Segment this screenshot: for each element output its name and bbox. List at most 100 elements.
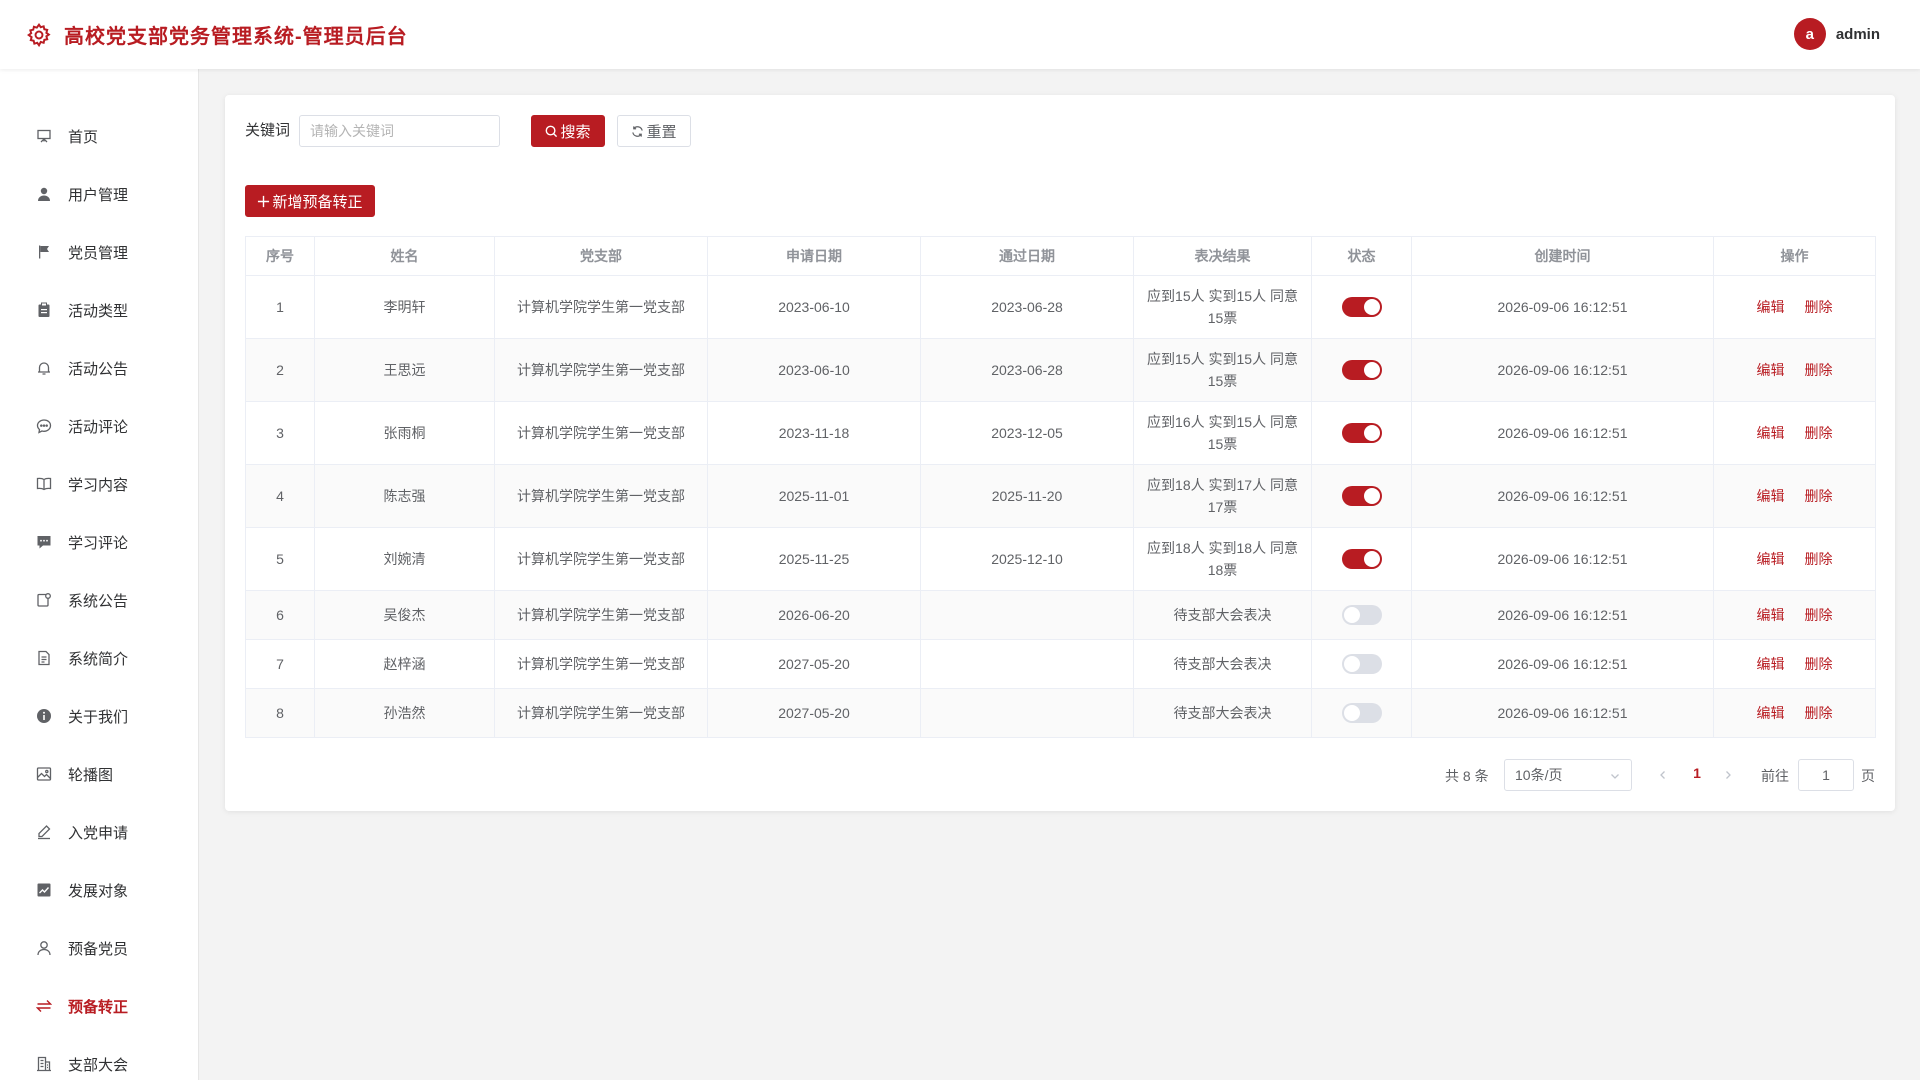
flag-icon bbox=[36, 244, 52, 260]
status-toggle[interactable] bbox=[1341, 486, 1382, 506]
sidebar-item-system-notices[interactable]: 系统公告 bbox=[0, 580, 199, 620]
status-toggle[interactable] bbox=[1341, 549, 1382, 569]
sidebar-item-branch-meetings[interactable]: 支部大会 bbox=[0, 1044, 199, 1080]
status-toggle[interactable] bbox=[1341, 654, 1382, 674]
column-header[interactable]: 姓名 bbox=[314, 236, 495, 276]
cell-apply-date: 2025-11-01 bbox=[707, 464, 921, 528]
delete-link[interactable]: 删除 bbox=[1805, 362, 1833, 378]
cell-no: 2 bbox=[245, 338, 315, 402]
sidebar-item-system-intro[interactable]: 系统简介 bbox=[0, 638, 199, 678]
keyword-input[interactable] bbox=[299, 115, 500, 147]
user-icon bbox=[36, 186, 52, 202]
cell-pass-date: 2023-12-05 bbox=[920, 401, 1134, 465]
column-header[interactable]: 状态 bbox=[1311, 236, 1412, 276]
conversion-table: 序号 姓名 党支部 申请日期 通过日期 表决结果 状态 创建时间 操作 1 李明… bbox=[245, 236, 1876, 738]
sidebar-item-carousel[interactable]: 轮播图 bbox=[0, 754, 199, 794]
sidebar-item-users[interactable]: 用户管理 bbox=[0, 174, 199, 214]
edit-link[interactable]: 编辑 bbox=[1757, 656, 1785, 672]
sidebar-item-party-members[interactable]: 党员管理 bbox=[0, 232, 199, 272]
column-header[interactable]: 通过日期 bbox=[920, 236, 1134, 276]
reset-button[interactable]: 重置 bbox=[617, 115, 691, 147]
delete-link[interactable]: 删除 bbox=[1805, 488, 1833, 504]
search-icon bbox=[546, 125, 558, 137]
sidebar-item-study-content[interactable]: 学习内容 bbox=[0, 464, 199, 504]
edit-link[interactable]: 编辑 bbox=[1757, 705, 1785, 721]
edit-link[interactable]: 编辑 bbox=[1757, 299, 1785, 315]
status-toggle[interactable] bbox=[1341, 360, 1382, 380]
username[interactable]: admin bbox=[1836, 26, 1880, 43]
cell-actions: 编辑 删除 bbox=[1713, 401, 1876, 465]
column-header[interactable]: 申请日期 bbox=[707, 236, 921, 276]
cell-pass-date: 2023-06-28 bbox=[920, 275, 1134, 339]
cell-actions: 编辑 删除 bbox=[1713, 639, 1876, 689]
cell-actions: 编辑 删除 bbox=[1713, 338, 1876, 402]
plus-icon bbox=[258, 195, 270, 207]
user-menu[interactable]: a admin bbox=[1793, 18, 1880, 50]
chevron-right-icon[interactable] bbox=[1722, 769, 1734, 781]
cell-result: 待支部大会表决 bbox=[1133, 688, 1312, 738]
column-header[interactable]: 创建时间 bbox=[1411, 236, 1714, 276]
chevron-left-icon[interactable] bbox=[1657, 769, 1669, 781]
status-toggle[interactable] bbox=[1341, 605, 1382, 625]
page-size-select[interactable]: 10条/页 bbox=[1504, 759, 1632, 791]
table-row: 4 陈志强 计算机学院学生第一党支部 2025-11-01 2025-11-20… bbox=[245, 464, 1876, 528]
cell-no: 7 bbox=[245, 639, 315, 689]
trend-chart-icon bbox=[36, 882, 52, 898]
page-number-current[interactable]: 1 bbox=[1687, 765, 1707, 781]
column-header[interactable]: 表决结果 bbox=[1133, 236, 1312, 276]
cell-created: 2026-09-06 16:12:51 bbox=[1411, 338, 1714, 402]
edit-link[interactable]: 编辑 bbox=[1757, 362, 1785, 378]
edit-link[interactable]: 编辑 bbox=[1757, 425, 1785, 441]
cell-branch: 计算机学院学生第一党支部 bbox=[494, 527, 708, 591]
cell-name: 刘婉清 bbox=[314, 527, 495, 591]
delete-link[interactable]: 删除 bbox=[1805, 299, 1833, 315]
column-header[interactable]: 操作 bbox=[1713, 236, 1876, 276]
gear-logo-icon bbox=[26, 22, 52, 48]
column-header[interactable]: 序号 bbox=[245, 236, 315, 276]
edit-link[interactable]: 编辑 bbox=[1757, 488, 1785, 504]
delete-link[interactable]: 删除 bbox=[1805, 425, 1833, 441]
info-icon bbox=[36, 708, 52, 724]
cell-apply-date: 2025-11-25 bbox=[707, 527, 921, 591]
cell-actions: 编辑 删除 bbox=[1713, 464, 1876, 528]
cell-apply-date: 2023-06-10 bbox=[707, 338, 921, 402]
sidebar-item-activity-types[interactable]: 活动类型 bbox=[0, 290, 199, 330]
delete-link[interactable]: 删除 bbox=[1805, 551, 1833, 567]
cell-name: 陈志强 bbox=[314, 464, 495, 528]
cell-status bbox=[1311, 639, 1412, 689]
cell-apply-date: 2027-05-20 bbox=[707, 688, 921, 738]
sidebar-item-development-targets[interactable]: 发展对象 bbox=[0, 870, 199, 910]
page-unit-label: 页 bbox=[1861, 768, 1875, 784]
avatar[interactable]: a bbox=[1793, 18, 1826, 50]
add-conversion-button[interactable]: 新增预备转正 bbox=[245, 185, 375, 217]
cell-apply-date: 2023-06-10 bbox=[707, 275, 921, 339]
sidebar-item-about-us[interactable]: 关于我们 bbox=[0, 696, 199, 736]
delete-link[interactable]: 删除 bbox=[1805, 656, 1833, 672]
delete-link[interactable]: 删除 bbox=[1805, 705, 1833, 721]
sidebar-item-activity-comments[interactable]: 活动评论 bbox=[0, 406, 199, 446]
sidebar-item-home[interactable]: 首页 bbox=[0, 116, 199, 156]
message-icon bbox=[36, 534, 52, 550]
status-toggle[interactable] bbox=[1341, 423, 1382, 443]
delete-link[interactable]: 删除 bbox=[1805, 607, 1833, 623]
table-header-row: 序号 姓名 党支部 申请日期 通过日期 表决结果 状态 创建时间 操作 bbox=[245, 236, 1876, 276]
cell-created: 2026-09-06 16:12:51 bbox=[1411, 401, 1714, 465]
cell-status bbox=[1311, 338, 1412, 402]
status-toggle[interactable] bbox=[1341, 297, 1382, 317]
sidebar-item-label: 首页 bbox=[68, 128, 99, 146]
edit-link[interactable]: 编辑 bbox=[1757, 607, 1785, 623]
sidebar-item-probationary-members[interactable]: 预备党员 bbox=[0, 928, 199, 968]
sidebar-item-activity-notices[interactable]: 活动公告 bbox=[0, 348, 199, 388]
status-toggle[interactable] bbox=[1341, 703, 1382, 723]
column-header[interactable]: 党支部 bbox=[494, 236, 708, 276]
search-button[interactable]: 搜索 bbox=[531, 115, 605, 147]
sidebar-item-study-comments[interactable]: 学习评论 bbox=[0, 522, 199, 562]
cell-branch: 计算机学院学生第一党支部 bbox=[494, 639, 708, 689]
table-row: 6 吴俊杰 计算机学院学生第一党支部 2026-06-20 待支部大会表决 20… bbox=[245, 590, 1876, 640]
sidebar-item-party-application[interactable]: 入党申请 bbox=[0, 812, 199, 852]
edit-link[interactable]: 编辑 bbox=[1757, 551, 1785, 567]
goto-page-input[interactable] bbox=[1798, 759, 1854, 791]
chat-dot-icon bbox=[36, 418, 52, 434]
reset-button-label: 重置 bbox=[646, 123, 677, 141]
sidebar-item-probationary-conversion[interactable]: 预备转正 bbox=[0, 986, 199, 1026]
